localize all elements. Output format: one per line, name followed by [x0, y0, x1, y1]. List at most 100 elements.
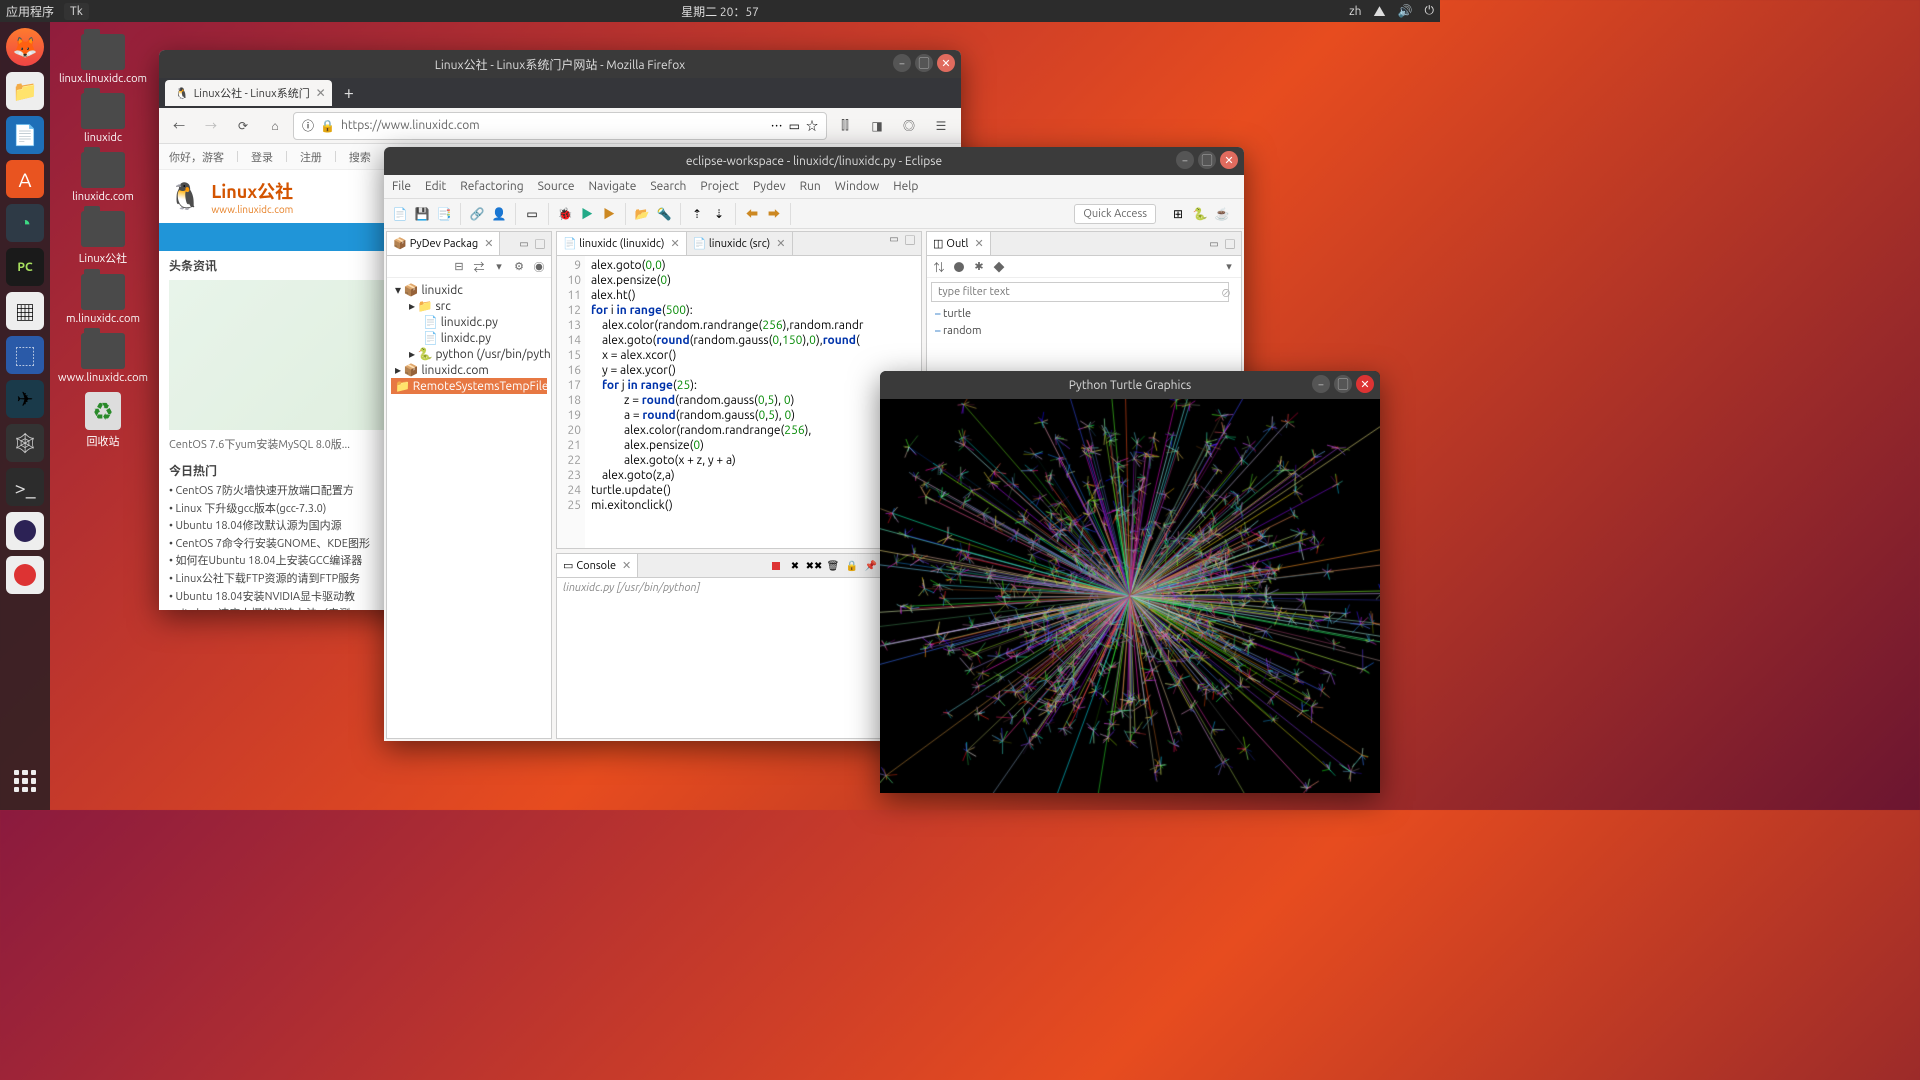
maximize-button[interactable]: ▢ [1198, 151, 1216, 169]
close-view-icon[interactable]: ✕ [484, 237, 493, 250]
topnav-link[interactable]: 注册 [300, 149, 322, 165]
dock-firefox[interactable]: 🦊 [6, 28, 44, 66]
dock-eclipse[interactable] [6, 512, 44, 550]
menu-run[interactable]: Run [800, 180, 821, 193]
hide-fields-icon[interactable]: ● [951, 259, 967, 275]
terminal-icon[interactable]: ▭ [522, 204, 542, 224]
activities-label[interactable]: 应用程序 [6, 3, 54, 20]
dock-screenshot[interactable]: ⬚ [6, 336, 44, 374]
pin-console-icon[interactable]: 📌 [863, 558, 879, 574]
home-button[interactable]: ⌂ [261, 112, 289, 140]
dock-spider[interactable]: 🕸 [6, 424, 44, 462]
sort-icon[interactable]: ⇅ [931, 259, 947, 275]
topnav-link[interactable]: 登录 [251, 149, 273, 165]
desktop-icon[interactable]: linuxidc [62, 91, 144, 146]
open-type-icon[interactable]: 📂 [632, 204, 652, 224]
url-bar[interactable]: ⓘ 🔒 ⋯ ▭ ☆ [293, 112, 827, 140]
menu-help[interactable]: Help [893, 180, 918, 193]
close-view-icon[interactable]: ✕ [622, 559, 631, 572]
page-actions-icon[interactable]: ⋯ [771, 117, 783, 134]
collapse-all-icon[interactable]: ⊟ [451, 259, 467, 275]
close-view-icon[interactable]: ✕ [974, 237, 983, 250]
dock-writer[interactable]: 📄 [6, 116, 44, 154]
dock-terminal[interactable]: >_ [6, 468, 44, 506]
nav-fwd-icon[interactable]: ➡ [764, 204, 784, 224]
editor-tab[interactable]: 📄 linuxidc (linuxidc)✕ [557, 232, 687, 255]
desktop-icon[interactable]: m.linuxidc.com [62, 272, 144, 327]
prev-annotation-icon[interactable]: ⇡ [687, 204, 707, 224]
save-all-icon[interactable]: 📑 [434, 204, 454, 224]
code-editor[interactable]: 910111213141516171819202122232425 alex.g… [557, 256, 921, 548]
user-icon[interactable]: 👤 [489, 204, 509, 224]
pydev-package-tab[interactable]: 📦 PyDev Packag✕ [387, 232, 500, 255]
view-menu-icon[interactable]: ▾ [1221, 259, 1237, 275]
outline-item[interactable]: ⎯ random [927, 323, 1241, 340]
tree-node[interactable]: ▸ 📦 linuxidc.com [391, 362, 547, 378]
firefox-titlebar[interactable]: Linux公社 - Linux系统门户网站 - Mozilla Firefox … [159, 50, 961, 78]
topnav-link[interactable]: 你好，游客 [169, 149, 224, 165]
menu-source[interactable]: Source [538, 180, 575, 193]
editor-tab[interactable]: 📄 linuxidc (src)✕ [687, 232, 793, 255]
perspective-icon[interactable]: ⊞ [1168, 204, 1188, 224]
debug-icon[interactable]: 🐞 [555, 204, 575, 224]
console-output[interactable] [557, 598, 921, 738]
dock-memory[interactable]: ▦ [6, 292, 44, 330]
link-editor-icon[interactable]: ⇄ [471, 259, 487, 275]
url-input[interactable] [341, 119, 765, 132]
view-menu-icon[interactable]: ▾ [491, 259, 507, 275]
reload-button[interactable]: ⟳ [229, 112, 257, 140]
dock-stellarium[interactable]: ✈ [6, 380, 44, 418]
remove-launch-icon[interactable]: ✖ [787, 558, 803, 574]
tk-indicator[interactable]: Tk [64, 3, 89, 20]
console-tab[interactable]: ▭ Console✕ [557, 554, 638, 577]
dock-files[interactable]: 📁 [6, 72, 44, 110]
minimize-button[interactable]: ‒ [1312, 375, 1330, 393]
outline-filter-input[interactable] [931, 282, 1229, 302]
terminate-icon[interactable]: ■ [768, 558, 784, 574]
library-icon[interactable]: ⫿⫿ [831, 112, 859, 140]
view-maximize-icon[interactable]: ▢ [533, 237, 547, 251]
power-icon[interactable]: ⏻ [1425, 4, 1435, 18]
maximize-button[interactable]: ▢ [1334, 375, 1352, 393]
nav-back-icon[interactable]: ⬅ [742, 204, 762, 224]
view-maximize-icon[interactable]: ▢ [1223, 237, 1237, 251]
view-minimize-icon[interactable]: ▭ [517, 237, 531, 251]
clock[interactable]: 星期二 20：57 [681, 3, 759, 20]
menu-search[interactable]: Search [650, 180, 686, 193]
tree-node[interactable]: ▾ 📦 linuxidc [391, 282, 547, 298]
save-icon[interactable]: 💾 [412, 204, 432, 224]
show-applications[interactable] [6, 762, 44, 800]
new-icon[interactable]: 📄 [390, 204, 410, 224]
focus-icon[interactable]: ◉ [531, 259, 547, 275]
close-button[interactable]: ✕ [1220, 151, 1238, 169]
close-tab-icon[interactable]: ✕ [316, 86, 326, 100]
browser-tab[interactable]: 🐧 Linux公社 - Linux系统门 ✕ [165, 80, 332, 106]
next-annotation-icon[interactable]: ⇣ [709, 204, 729, 224]
menu-refactoring[interactable]: Refactoring [460, 180, 523, 193]
close-button[interactable]: ✕ [1356, 375, 1374, 393]
network-icon[interactable]: ▲ [1374, 3, 1386, 20]
filter-icon[interactable]: ⚙ [511, 259, 527, 275]
tree-node[interactable]: 📁 RemoteSystemsTempFiles [391, 378, 547, 394]
volume-icon[interactable]: 🔊 [1398, 4, 1413, 18]
menu-project[interactable]: Project [700, 180, 739, 193]
quick-access[interactable]: Quick Access [1074, 204, 1156, 224]
desktop-icon[interactable]: 回收站 [62, 390, 144, 451]
tree-node[interactable]: 📄 linuxidc.py [391, 314, 547, 330]
new-tab-button[interactable]: + [336, 83, 362, 103]
close-tab-icon[interactable]: ✕ [776, 237, 785, 250]
turtle-canvas[interactable] [880, 399, 1380, 793]
clear-filter-icon[interactable]: ⊘ [1221, 285, 1231, 300]
menu-pydev[interactable]: Pydev [753, 180, 786, 193]
topnav-link[interactable]: 搜索 [349, 149, 371, 165]
menu-navigate[interactable]: Navigate [588, 180, 636, 193]
maximize-button[interactable]: ▢ [915, 54, 933, 72]
view-maximize-icon[interactable]: ▢ [903, 232, 917, 246]
info-icon[interactable]: ⓘ [302, 117, 314, 134]
account-icon[interactable]: ◎ [895, 112, 923, 140]
desktop-icon[interactable]: www.linuxidc.com [62, 331, 144, 386]
forward-button[interactable]: → [197, 112, 225, 140]
search-icon[interactable]: 🔦 [654, 204, 674, 224]
run-icon[interactable]: ▶ [577, 204, 597, 224]
dock-software[interactable]: A [6, 160, 44, 198]
